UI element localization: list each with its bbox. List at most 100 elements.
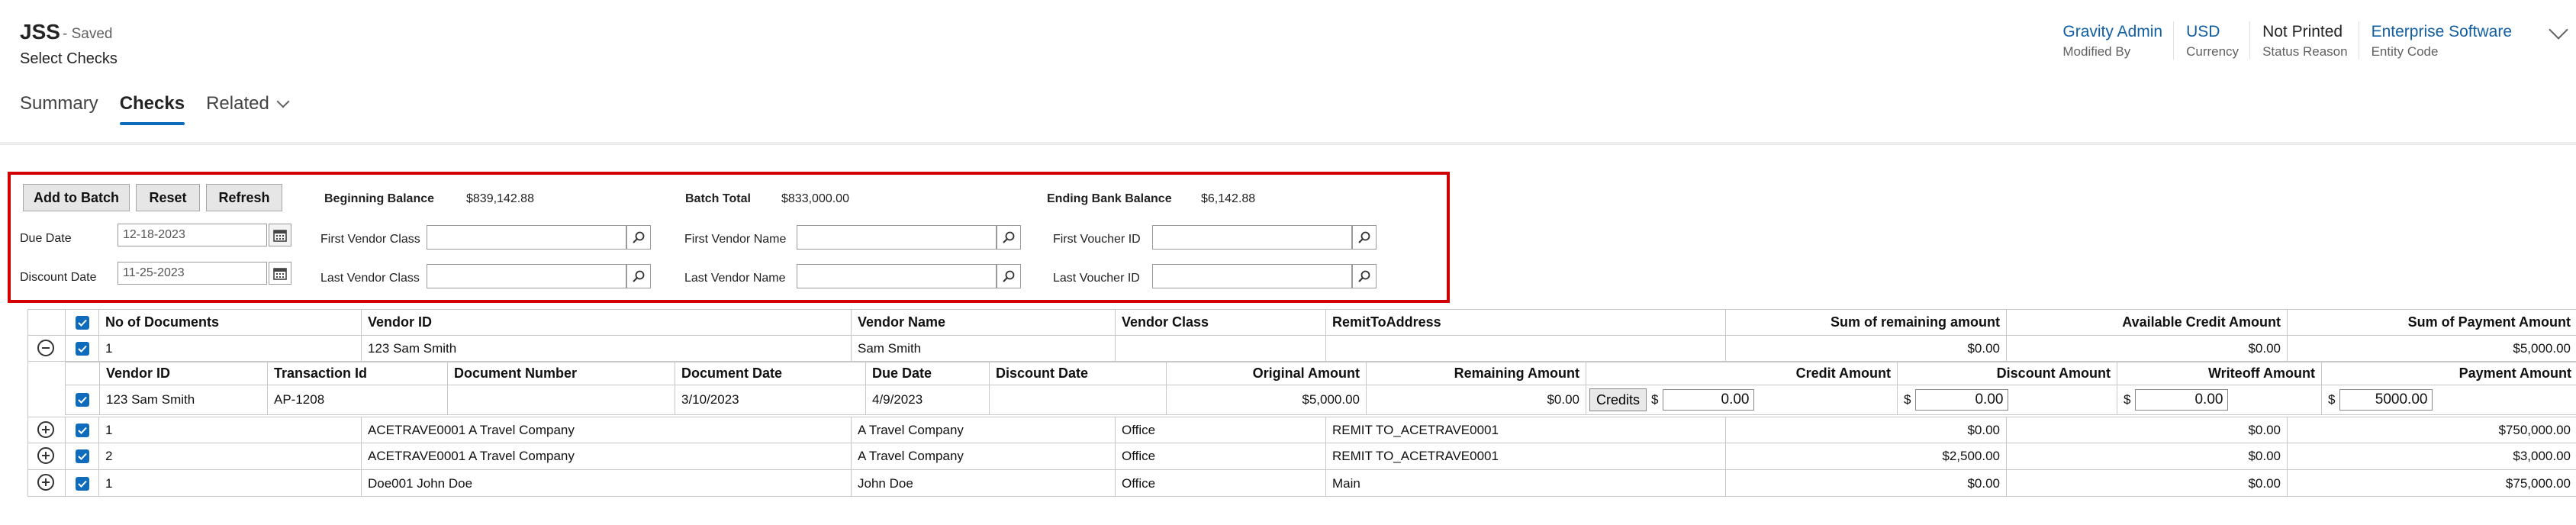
sub-header-document-date[interactable]: Document Date [675, 362, 865, 385]
last-vendor-class-input[interactable] [427, 264, 626, 288]
last-vendor-class-lookup-button[interactable] [626, 264, 651, 288]
payment-amount-input[interactable] [2339, 389, 2433, 411]
cell-available-credit: $0.00 [2006, 417, 2287, 443]
search-icon [633, 270, 645, 282]
record-title: JSS [20, 20, 60, 43]
sub-header-transaction-id[interactable]: Transaction Id [267, 362, 447, 385]
row-checkbox[interactable] [75, 341, 89, 356]
last-vendor-name-lookup-button[interactable] [997, 264, 1021, 288]
last-vendor-name-label: Last Vendor Name [684, 272, 786, 285]
modified-by-link[interactable]: Gravity Admin [2062, 21, 2162, 43]
checkmark-icon [77, 453, 87, 460]
discount-amount-input[interactable] [1915, 389, 2009, 411]
batch-total-label: Batch Total [685, 192, 751, 205]
last-vendor-name-input[interactable] [797, 264, 997, 288]
expander-cell [28, 336, 65, 361]
row-select-cell[interactable] [65, 470, 98, 497]
first-vendor-class-input[interactable] [427, 225, 626, 250]
expand-header-chevron-icon[interactable] [2549, 20, 2568, 40]
tab-summary[interactable]: Summary [20, 93, 98, 125]
row-checkbox[interactable] [75, 423, 89, 437]
first-vendor-class-lookup-button[interactable] [626, 225, 651, 250]
header-sum-remaining[interactable]: Sum of remaining amount [1725, 310, 2006, 335]
last-voucher-id-label: Last Voucher ID [1053, 272, 1140, 285]
credits-button[interactable]: Credits [1589, 388, 1647, 411]
first-voucher-id-input[interactable] [1152, 225, 1352, 250]
tab-checks[interactable]: Checks [119, 93, 185, 125]
expand-row-button[interactable] [37, 447, 54, 464]
sub-header-due-date[interactable]: Due Date [865, 362, 989, 385]
sub-header-credit-amount[interactable]: Credit Amount [1586, 362, 1897, 385]
batch-total-value: $833,000.00 [781, 192, 849, 205]
table-row: 1 Doe001 John Doe John Doe Office Main $… [28, 470, 2576, 497]
due-date-label: Due Date [20, 232, 72, 245]
record-subtitle: Select Checks [20, 50, 118, 67]
sub-header-vendor-id[interactable]: Vendor ID [99, 362, 267, 385]
last-voucher-id-input[interactable] [1152, 264, 1352, 288]
header-vendor-name[interactable]: Vendor Name [851, 310, 1115, 335]
header-vendor-id[interactable]: Vendor ID [361, 310, 851, 335]
discount-date-calendar-button[interactable] [269, 262, 291, 285]
first-vendor-name-lookup-button[interactable] [997, 225, 1021, 250]
header-sum-payment[interactable]: Sum of Payment Amount [2287, 310, 2576, 335]
select-all-checkbox[interactable] [75, 315, 89, 330]
row-select-cell[interactable] [65, 443, 98, 469]
currency-label: Currency [2186, 44, 2240, 59]
collapse-row-button[interactable] [37, 340, 54, 356]
sub-header-original-amount[interactable]: Original Amount [1166, 362, 1366, 385]
refresh-button[interactable]: Refresh [206, 184, 282, 211]
checkmark-icon [77, 427, 87, 434]
sub-header-document-number[interactable]: Document Number [447, 362, 675, 385]
sub-row-select-cell[interactable] [66, 385, 99, 414]
row-checkbox[interactable] [75, 476, 89, 491]
sub-header-discount-date[interactable]: Discount Date [989, 362, 1166, 385]
add-to-batch-button[interactable]: Add to Batch [23, 184, 130, 211]
save-status: - Saved [63, 26, 113, 42]
subgrid-header-row: Vendor ID Transaction Id Document Number… [66, 362, 2576, 385]
reset-button[interactable]: Reset [136, 184, 200, 211]
plus-icon-vertical [45, 452, 47, 459]
cell-no-of-documents: 1 [98, 336, 361, 361]
due-date-calendar-button[interactable] [269, 224, 291, 246]
expand-row-button[interactable] [37, 474, 54, 491]
currency-link[interactable]: USD [2186, 21, 2239, 43]
calendar-icon [273, 230, 287, 242]
sub-header-writeoff-amount[interactable]: Writeoff Amount [2117, 362, 2321, 385]
sub-header-remaining-amount[interactable]: Remaining Amount [1366, 362, 1586, 385]
first-vendor-name-input[interactable] [797, 225, 997, 250]
expander-cell [28, 443, 65, 469]
tab-related-label: Related [206, 93, 269, 114]
due-date-input[interactable] [118, 224, 267, 246]
entity-code-link[interactable]: Enterprise Software [2372, 21, 2512, 43]
row-select-cell[interactable] [65, 336, 98, 361]
cell-available-credit: $0.00 [2006, 443, 2287, 469]
sub-header-payment-amount[interactable]: Payment Amount [2321, 362, 2576, 385]
subgrid-row: 123 Sam Smith AP-1208 3/10/2023 4/9/2023… [66, 385, 2576, 414]
cell-vendor-id: ACETRAVE0001 A Travel Company [361, 417, 851, 443]
header-remit-to-address[interactable]: RemitToAddress [1325, 310, 1725, 335]
row-select-cell[interactable] [65, 417, 98, 443]
plus-icon-vertical [45, 426, 47, 433]
header-vendor-class[interactable]: Vendor Class [1115, 310, 1325, 335]
table-row: 2 ACETRAVE0001 A Travel Company A Travel… [28, 443, 2576, 470]
cell-vendor-name: A Travel Company [851, 417, 1115, 443]
sub-row-checkbox[interactable] [76, 393, 89, 407]
row-checkbox[interactable] [75, 449, 89, 463]
discount-date-input[interactable] [118, 262, 267, 285]
last-voucher-id-lookup-button[interactable] [1352, 264, 1377, 288]
status-reason-label: Status Reason [2262, 44, 2348, 59]
expand-row-button[interactable] [37, 421, 54, 438]
sub-header-discount-amount[interactable]: Discount Amount [1897, 362, 2117, 385]
select-all-cell[interactable] [65, 310, 98, 335]
sub-cell-original-amount: $5,000.00 [1166, 385, 1366, 414]
cell-sum-payment: $5,000.00 [2287, 336, 2576, 361]
currency-symbol: $ [1651, 392, 1659, 407]
header-available-credit[interactable]: Available Credit Amount [2006, 310, 2287, 335]
tab-related[interactable]: Related [206, 93, 290, 125]
writeoff-amount-input[interactable] [2135, 389, 2229, 411]
credit-amount-input[interactable] [1663, 389, 1755, 411]
first-vendor-name-label: First Vendor Name [684, 233, 787, 246]
cell-vendor-class: Office [1115, 417, 1325, 443]
first-voucher-id-lookup-button[interactable] [1352, 225, 1377, 250]
header-no-of-documents[interactable]: No of Documents [98, 310, 361, 335]
